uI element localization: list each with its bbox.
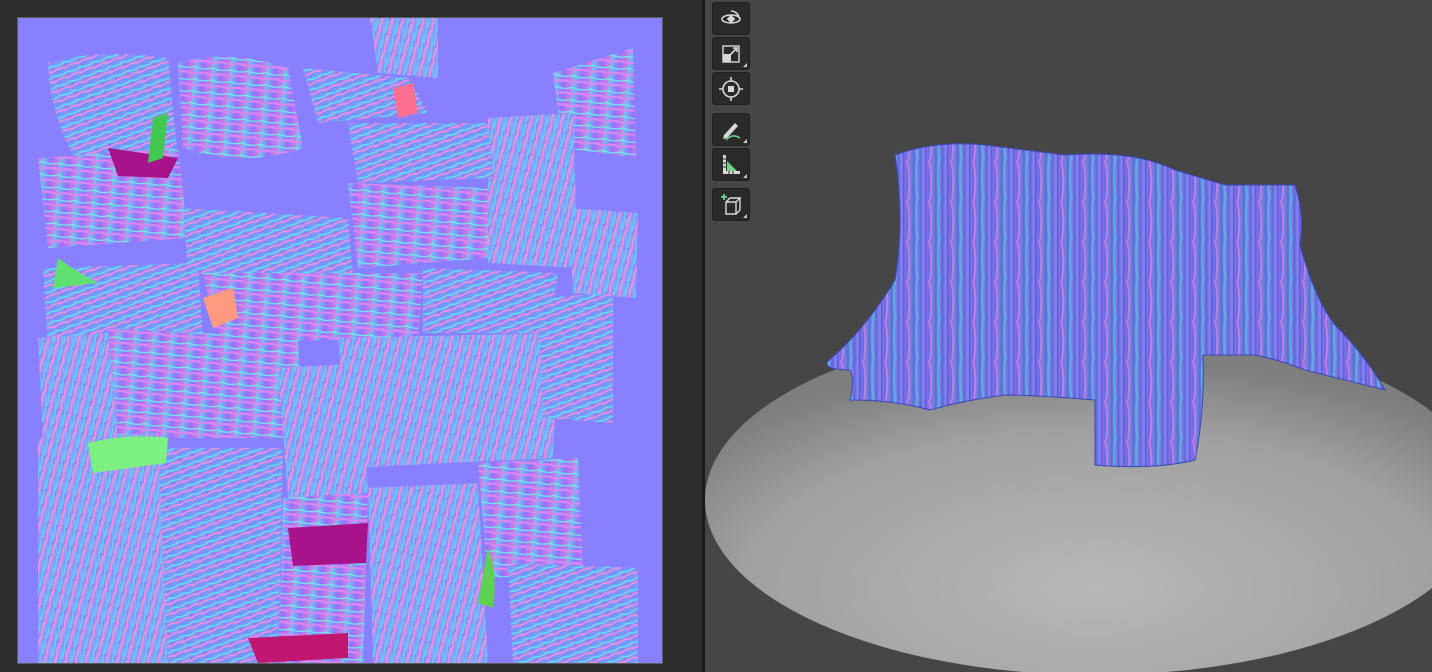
transform-center-icon xyxy=(719,76,743,101)
3d-scene xyxy=(705,143,1432,672)
add-cube-icon xyxy=(721,193,742,215)
normal-map-texture-canvas[interactable] xyxy=(17,17,663,664)
draw-pencil-icon xyxy=(723,122,741,141)
submenu-indicator xyxy=(743,139,747,143)
submenu-indicator xyxy=(743,214,747,218)
measure-button[interactable] xyxy=(712,148,750,181)
scale-button[interactable] xyxy=(712,37,750,70)
3d-viewport[interactable] xyxy=(705,0,1432,672)
normal-map-texture xyxy=(18,18,662,663)
orbit-button[interactable] xyxy=(712,2,750,35)
uv-editor-panel xyxy=(0,0,702,672)
transform-center-button[interactable] xyxy=(712,72,750,105)
draw-button[interactable] xyxy=(712,113,750,146)
add-cube-button[interactable] xyxy=(712,188,750,221)
measure-icon xyxy=(723,154,740,174)
submenu-indicator xyxy=(743,174,747,178)
orbit-icon xyxy=(721,9,741,24)
scale-icon xyxy=(722,44,740,63)
submenu-indicator xyxy=(743,63,747,67)
